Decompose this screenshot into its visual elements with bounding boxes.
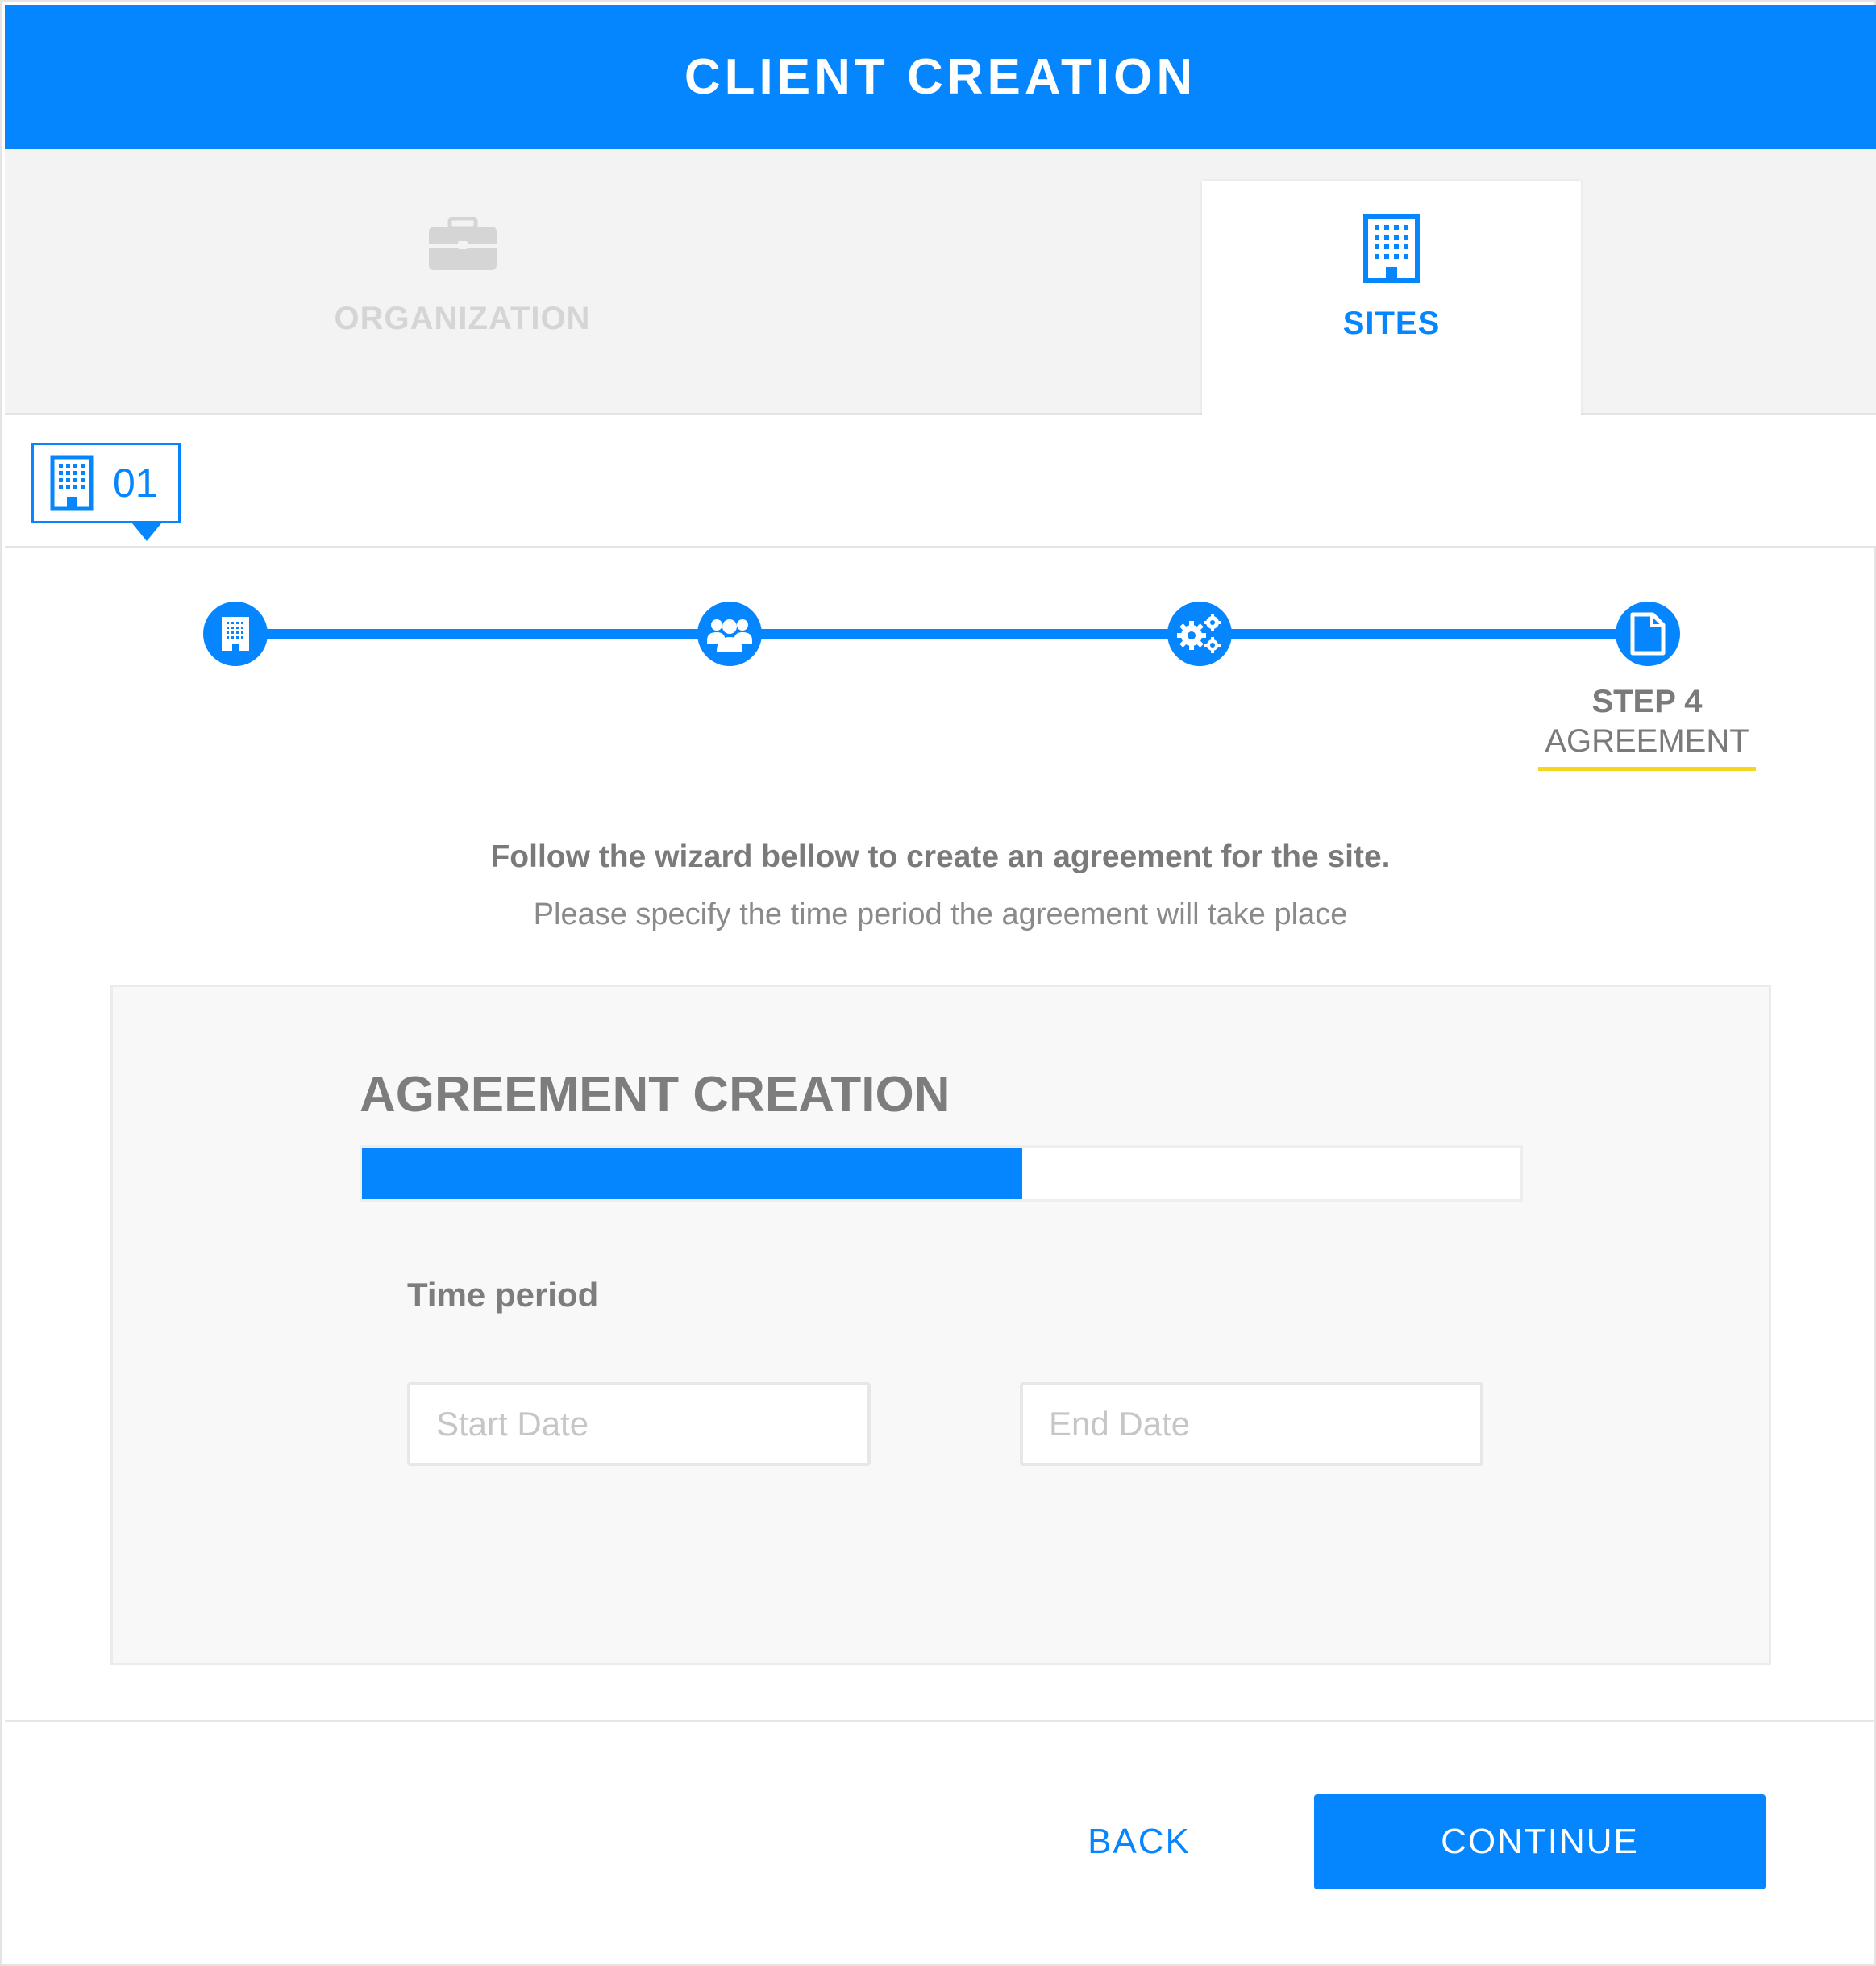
- document-icon: [1630, 612, 1666, 656]
- users-icon: [707, 619, 752, 652]
- agreement-card: AGREEMENT CREATION Time period: [110, 985, 1771, 1665]
- building-icon: [50, 455, 94, 511]
- agreement-progress-bar: [360, 1145, 1523, 1202]
- agreement-progress-fill: [362, 1148, 1023, 1199]
- card-title: AGREEMENT CREATION: [360, 1067, 950, 1123]
- continue-button[interactable]: CONTINUE: [1314, 1794, 1766, 1889]
- briefcase-icon: [428, 217, 497, 270]
- gears-icon: [1177, 614, 1221, 653]
- site-selector-badge[interactable]: 01: [31, 443, 181, 523]
- tab-sites-label: SITES: [1342, 306, 1441, 341]
- site-badge-pointer: [132, 523, 161, 541]
- current-step-number: STEP 4: [1591, 684, 1703, 719]
- footer-divider: [5, 1720, 1876, 1722]
- current-step-underline: [1538, 767, 1756, 771]
- header: CLIENT CREATION: [5, 5, 1876, 149]
- end-date-input[interactable]: [1020, 1382, 1483, 1466]
- intro-heading: Follow the wizard bellow to create an ag…: [490, 839, 1391, 874]
- time-period-label: Time period: [407, 1276, 599, 1314]
- tab-sites[interactable]: SITES: [1202, 181, 1581, 418]
- tab-organization-label: ORGANIZATION: [334, 301, 591, 336]
- building-icon: [1363, 214, 1420, 283]
- back-button[interactable]: BACK: [1050, 1794, 1228, 1889]
- site-selector-band: 01: [5, 415, 1876, 548]
- app-frame: CLIENT CREATION ORGANIZATION SITES 01 ST…: [0, 0, 1876, 1966]
- step-2-node[interactable]: [697, 602, 762, 666]
- site-number: 01: [113, 460, 158, 506]
- step-4-node[interactable]: [1616, 602, 1680, 666]
- tab-bar: ORGANIZATION SITES: [5, 149, 1876, 418]
- step-3-node[interactable]: [1167, 602, 1232, 666]
- step-1-node[interactable]: [203, 602, 268, 666]
- current-step-name: AGREEMENT: [1545, 723, 1749, 759]
- building-icon: [222, 617, 249, 651]
- current-step-caption: STEP 4 AGREEMENT: [1538, 684, 1756, 760]
- page-title: CLIENT CREATION: [684, 49, 1197, 105]
- start-date-input[interactable]: [407, 1382, 871, 1466]
- tab-organization[interactable]: ORGANIZATION: [5, 149, 920, 415]
- intro-subtext: Please specify the time period the agree…: [533, 898, 1348, 931]
- stepper-line: [236, 629, 1647, 639]
